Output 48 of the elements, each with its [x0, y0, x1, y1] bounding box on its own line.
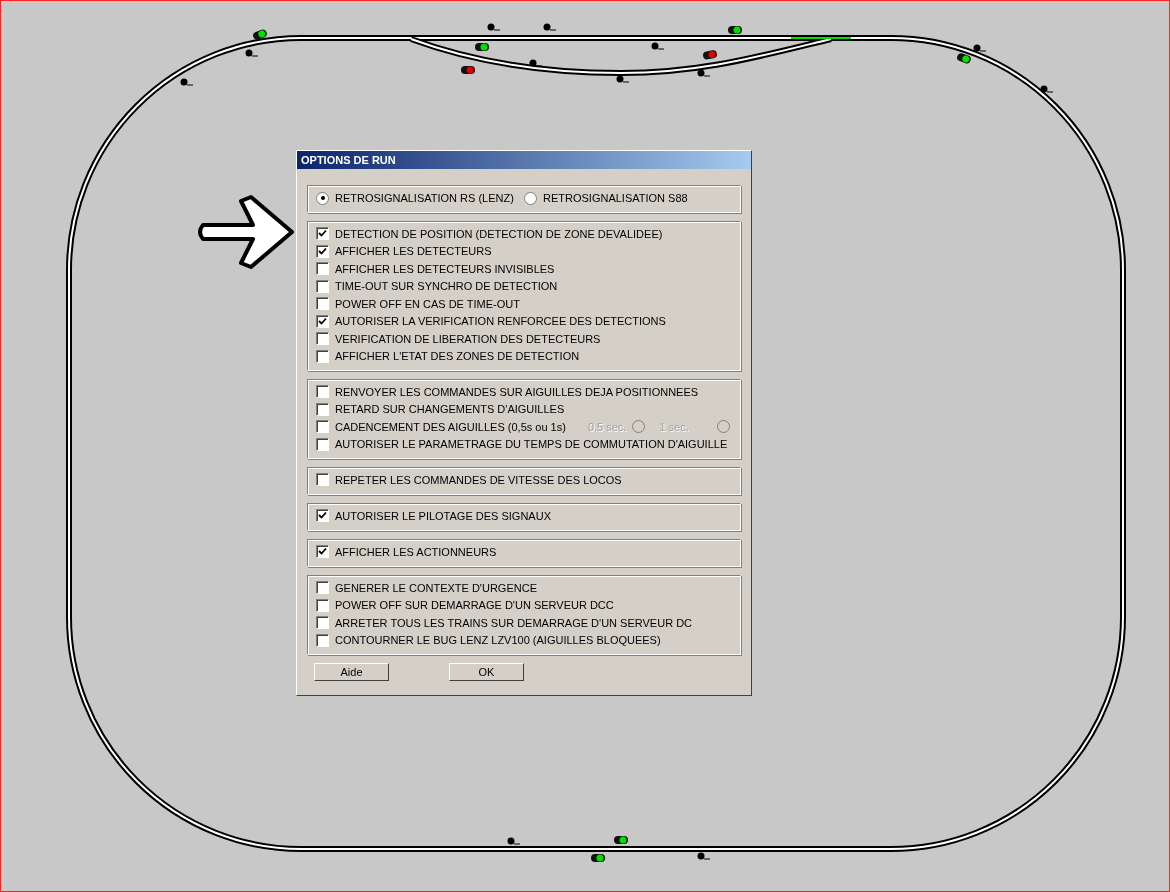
checkbox-option[interactable]: AUTORISER LE PILOTAGE DES SIGNAUX [316, 509, 551, 523]
checkbox-option[interactable]: TIME-OUT SUR SYNCHRO DE DETECTION [316, 279, 558, 293]
signal-icon[interactable] [728, 26, 742, 34]
checkbox-option[interactable]: RETARD SUR CHANGEMENTS D'AIGUILLES [316, 402, 565, 416]
checkbox-option[interactable]: REPETER LES COMMANDES DE VITESSE DES LOCOS [316, 473, 622, 487]
checkbox-option[interactable]: AUTORISER LE PARAMETRAGE DU TEMPS DE COMMUTATION D'AIGUILLE [316, 437, 728, 451]
detector-icon[interactable] [697, 852, 711, 860]
dialog-button[interactable]: OK [449, 663, 524, 681]
checkbox-option[interactable]: AFFICHER L'ETAT DES ZONES DE DETECTION [316, 349, 580, 363]
detector-icon[interactable] [651, 42, 665, 50]
checkbox-option[interactable]: CADENCEMENT DES AIGUILLES (0,5s ou 1s) [316, 420, 566, 434]
detector-icon[interactable] [245, 49, 259, 57]
detector-icon[interactable] [529, 59, 543, 67]
detector-icon[interactable] [697, 69, 711, 77]
pointer-arrow-icon [198, 195, 294, 269]
signal-icon[interactable] [702, 49, 718, 60]
checkbox-option[interactable]: RENVOYER LES COMMANDES SUR AIGUILLES DEJA POSITIONNEES [316, 385, 699, 399]
signal-icon[interactable] [475, 43, 489, 51]
checkbox-option[interactable]: AFFICHER LES DETECTEURS [316, 244, 492, 258]
check-icon [318, 511, 327, 521]
signal-icon[interactable] [614, 836, 628, 844]
checkbox-option[interactable]: GENERER LE CONTEXTE D'URGENCE [316, 581, 537, 595]
check-icon [318, 316, 327, 326]
detector-icon[interactable] [487, 23, 501, 31]
dialog-button[interactable]: Aide [314, 663, 389, 681]
detector-icon[interactable] [1040, 85, 1054, 93]
signal-icon[interactable] [591, 854, 605, 862]
detector-icon[interactable] [616, 75, 630, 83]
detector-icon[interactable] [180, 78, 194, 86]
checkbox-option[interactable]: POWER OFF EN CAS DE TIME-OUT [316, 297, 520, 311]
checkbox-option[interactable]: DETECTION DE POSITION (DETECTION DE ZONE DEVALIDEE) [316, 227, 663, 241]
check-icon [318, 547, 327, 557]
radio-option[interactable]: RETROSIGNALISATION S88 [524, 191, 732, 205]
checkbox-option[interactable]: ARRETER TOUS LES TRAINS SUR DEMARRAGE D'UN SERVEUR DC [316, 616, 693, 630]
checkbox-option[interactable]: AFFICHER LES ACTIONNEURS [316, 545, 497, 559]
signal-icon[interactable] [252, 28, 268, 41]
dialog-title: OPTIONS DE RUN [297, 151, 751, 169]
checkbox-option[interactable]: POWER OFF SUR DEMARRAGE D'UN SERVEUR DCC [316, 598, 614, 612]
detector-icon[interactable] [543, 23, 557, 31]
signal-icon[interactable] [461, 66, 475, 74]
signal-icon[interactable] [956, 52, 972, 65]
radio-option[interactable]: RETROSIGNALISATION RS (LENZ) [316, 191, 524, 205]
checkbox-option[interactable]: CONTOURNER LE BUG LENZ LZV100 (AIGUILLES BLOQUEES) [316, 633, 661, 647]
detector-icon[interactable] [507, 837, 521, 845]
detector-icon[interactable] [973, 44, 987, 52]
checkbox-option[interactable]: AFFICHER LES DETECTEURS INVISIBLES [316, 262, 555, 276]
checkbox-option[interactable]: VERIFICATION DE LIBERATION DES DETECTEURS [316, 332, 601, 346]
checkbox-option[interactable]: AUTORISER LA VERIFICATION RENFORCEE DES DETECTIONS [316, 314, 666, 328]
